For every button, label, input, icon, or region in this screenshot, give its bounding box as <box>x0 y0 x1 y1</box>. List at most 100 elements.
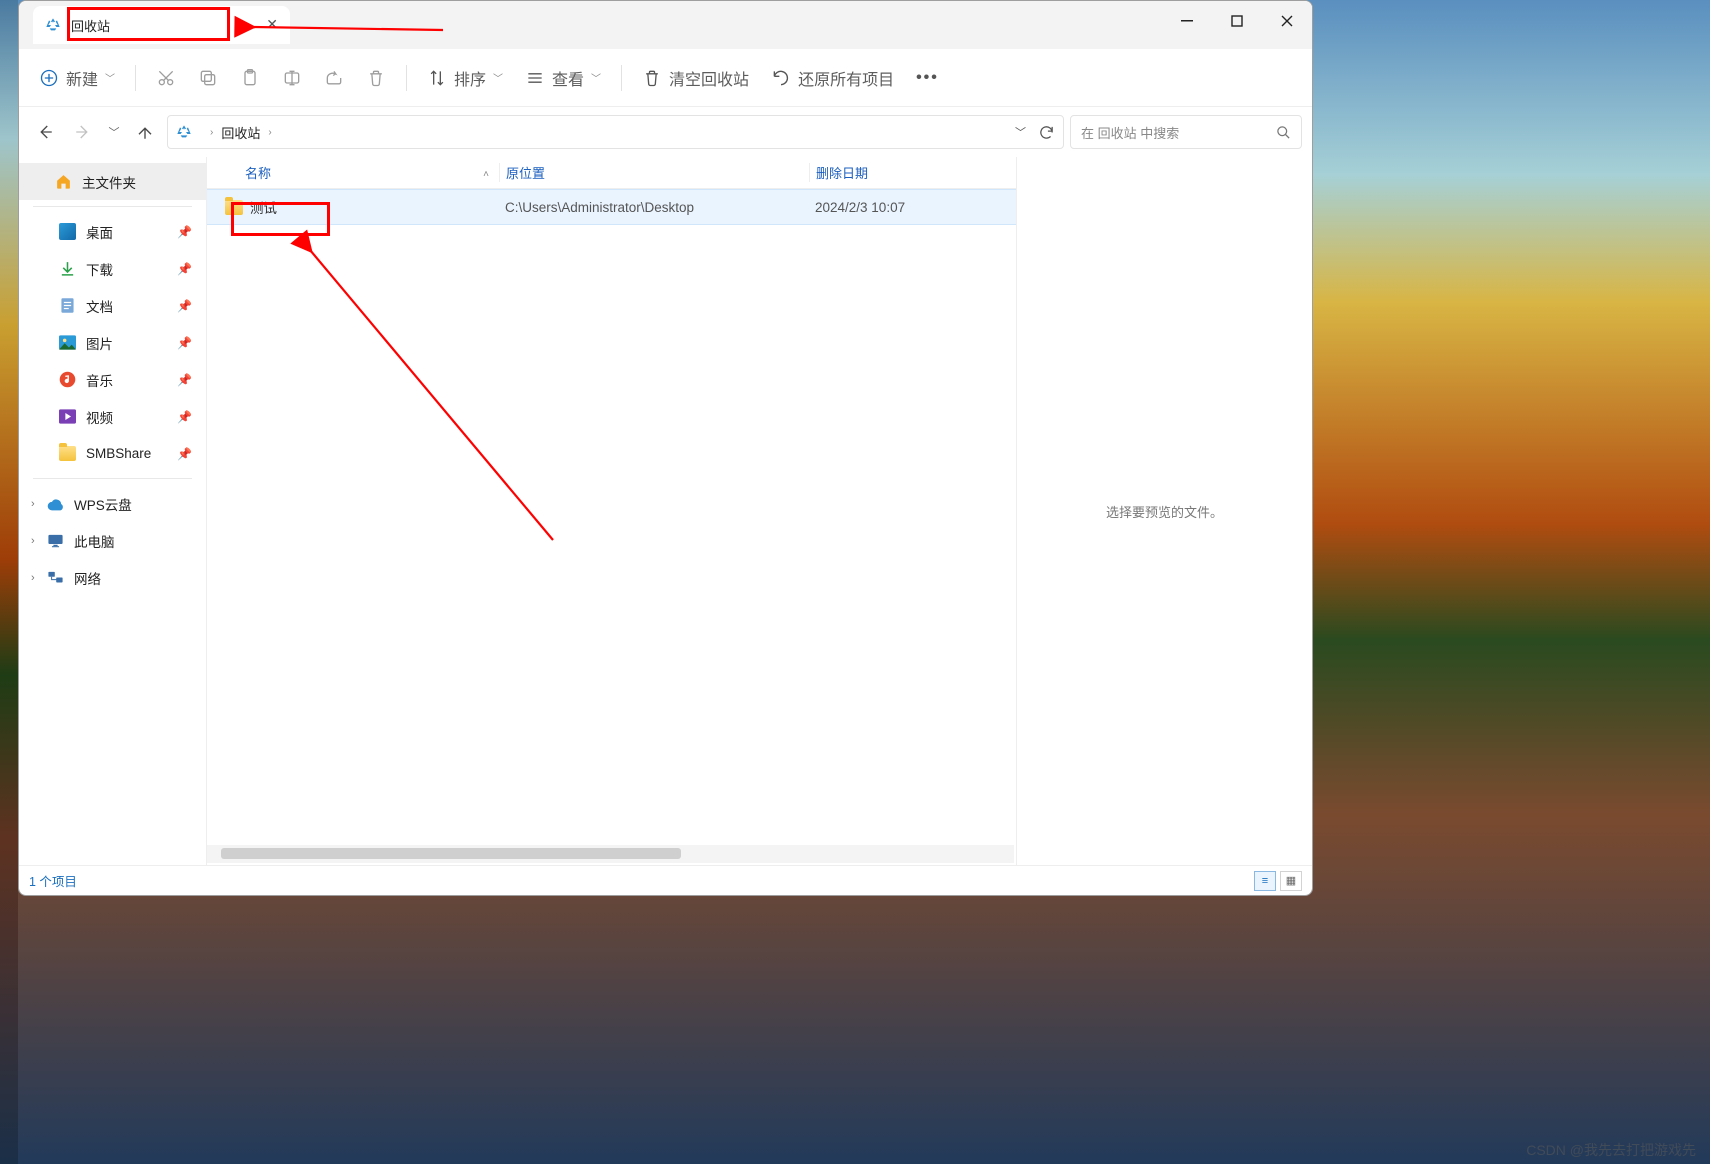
share-button[interactable] <box>316 60 352 96</box>
restore-all-button[interactable]: 还原所有项目 <box>763 60 902 96</box>
horizontal-scrollbar[interactable] <box>207 845 1014 863</box>
chevron-down-icon[interactable]: ﹀ <box>1015 124 1026 140</box>
separator <box>135 65 136 91</box>
body: 主文件夹 桌面 📌 下载 📌 文档 📌 图片 📌 <box>19 157 1312 865</box>
window-tab[interactable]: 回收站 ✕ <box>33 6 290 44</box>
breadcrumb-root[interactable]: 回收站 <box>221 123 260 142</box>
sidebar-item-network[interactable]: › 网络 <box>19 559 206 596</box>
sidebar-item-label: SMBShare <box>86 446 151 461</box>
separator <box>33 206 192 207</box>
sidebar-item-label: 音乐 <box>86 370 113 390</box>
address-bar: ﹀ › 回收站 › ﹀ 在 回收站 中搜索 <box>19 107 1312 157</box>
sidebar-item-thispc[interactable]: › 此电脑 <box>19 522 206 559</box>
sidebar-item-label: 下载 <box>86 259 113 279</box>
view-details-button[interactable]: ≡ <box>1254 871 1276 891</box>
sort-button[interactable]: 排序 ﹀ <box>419 60 511 96</box>
view-icons-button[interactable]: ▦ <box>1280 871 1302 891</box>
watermark: CSDN @我先去打把游戏先 <box>1526 1140 1696 1160</box>
recent-dropdown[interactable]: ﹀ <box>105 116 123 148</box>
sidebar-item-label: 文档 <box>86 296 113 316</box>
col-original-location[interactable]: 原位置 <box>499 163 809 182</box>
back-button[interactable] <box>29 116 61 148</box>
recycle-bin-icon <box>45 17 61 33</box>
chevron-down-icon: ﹀ <box>109 124 120 140</box>
row-original-location: C:\Users\Administrator\Desktop <box>499 200 809 215</box>
view-button[interactable]: 查看 ﹀ <box>517 60 609 96</box>
home-icon <box>55 173 72 190</box>
copy-button[interactable] <box>190 60 226 96</box>
chevron-down-icon: ﹀ <box>493 70 503 85</box>
search-icon <box>1276 125 1291 140</box>
restore-icon <box>771 68 791 88</box>
refresh-button[interactable] <box>1038 124 1055 141</box>
desktop-icon <box>59 223 76 240</box>
chevron-right-icon[interactable]: › <box>31 498 35 510</box>
forward-button[interactable] <box>67 116 99 148</box>
pin-icon: 📌 <box>177 299 192 313</box>
file-list: 名称˄ 原位置 删除日期 测试 C:\Users\Administrator\D… <box>207 157 1016 865</box>
sort-icon <box>427 68 447 88</box>
col-delete-date[interactable]: 删除日期 <box>809 163 1016 182</box>
chevron-right-icon[interactable]: › <box>31 572 35 584</box>
empty-label: 清空回收站 <box>669 66 749 90</box>
scrollbar-thumb[interactable] <box>221 848 681 859</box>
up-button[interactable] <box>129 116 161 148</box>
sidebar-item-label: 桌面 <box>86 222 113 242</box>
new-label: 新建 <box>66 66 98 90</box>
folder-icon <box>225 200 243 215</box>
tab-title: 回收站 <box>71 16 110 35</box>
table-row[interactable]: 测试 C:\Users\Administrator\Desktop 2024/2… <box>207 189 1016 225</box>
sidebar-item-pictures[interactable]: 图片 📌 <box>19 324 206 361</box>
minimize-button[interactable] <box>1162 1 1212 41</box>
paste-button[interactable] <box>232 60 268 96</box>
main-area: 名称˄ 原位置 删除日期 测试 C:\Users\Administrator\D… <box>207 157 1312 865</box>
cut-button[interactable] <box>148 60 184 96</box>
search-placeholder: 在 回收站 中搜索 <box>1081 123 1179 142</box>
close-button[interactable] <box>1262 1 1312 41</box>
empty-recycle-button[interactable]: 清空回收站 <box>634 60 757 96</box>
new-button[interactable]: 新建 ﹀ <box>31 60 123 96</box>
trash-icon <box>366 68 386 88</box>
preview-pane: 选择要预览的文件。 <box>1016 157 1312 865</box>
scissors-icon <box>156 68 176 88</box>
sidebar-home[interactable]: 主文件夹 <box>19 163 206 200</box>
sidebar-item-label: 网络 <box>74 568 101 588</box>
more-button[interactable]: ••• <box>908 60 947 96</box>
maximize-button[interactable] <box>1212 1 1262 41</box>
sidebar-item-downloads[interactable]: 下载 📌 <box>19 250 206 287</box>
trash-icon <box>642 68 662 88</box>
sidebar-item-smbshare[interactable]: SMBShare 📌 <box>19 435 206 472</box>
sidebar-item-label: 视频 <box>86 407 113 427</box>
search-input[interactable]: 在 回收站 中搜索 <box>1070 115 1302 149</box>
pin-icon: 📌 <box>177 373 192 387</box>
sidebar-item-music[interactable]: 音乐 📌 <box>19 361 206 398</box>
ellipsis-icon: ••• <box>916 69 939 87</box>
titlebar: 回收站 ✕ <box>19 1 1312 49</box>
pin-icon: 📌 <box>177 225 192 239</box>
column-headers: 名称˄ 原位置 删除日期 <box>207 157 1016 189</box>
empty-space[interactable] <box>207 225 1016 845</box>
download-icon <box>59 260 76 277</box>
preview-empty-text: 选择要预览的文件。 <box>1106 502 1223 521</box>
view-label: 查看 <box>552 66 584 90</box>
sidebar-item-desktop[interactable]: 桌面 📌 <box>19 213 206 250</box>
chevron-down-icon: ﹀ <box>105 70 115 85</box>
separator <box>621 65 622 91</box>
sidebar-item-videos[interactable]: 视频 📌 <box>19 398 206 435</box>
sidebar-item-documents[interactable]: 文档 📌 <box>19 287 206 324</box>
status-count: 1 个项目 <box>29 871 77 890</box>
pin-icon: 📌 <box>177 447 192 461</box>
delete-button[interactable] <box>358 60 394 96</box>
copy-icon <box>198 68 218 88</box>
pin-icon: 📌 <box>177 336 192 350</box>
breadcrumb-bar[interactable]: › 回收站 › ﹀ <box>167 115 1064 149</box>
col-name[interactable]: 名称˄ <box>207 163 499 182</box>
sidebar-item-label: 此电脑 <box>74 531 115 551</box>
sidebar-item-wps[interactable]: › WPS云盘 <box>19 485 206 522</box>
chevron-right-icon[interactable]: › <box>31 535 35 547</box>
sidebar: 主文件夹 桌面 📌 下载 📌 文档 📌 图片 📌 <box>19 157 207 865</box>
rename-button[interactable] <box>274 60 310 96</box>
sort-label: 排序 <box>454 66 486 90</box>
desktop-background <box>0 0 18 1164</box>
tab-close-icon[interactable]: ✕ <box>266 16 278 33</box>
